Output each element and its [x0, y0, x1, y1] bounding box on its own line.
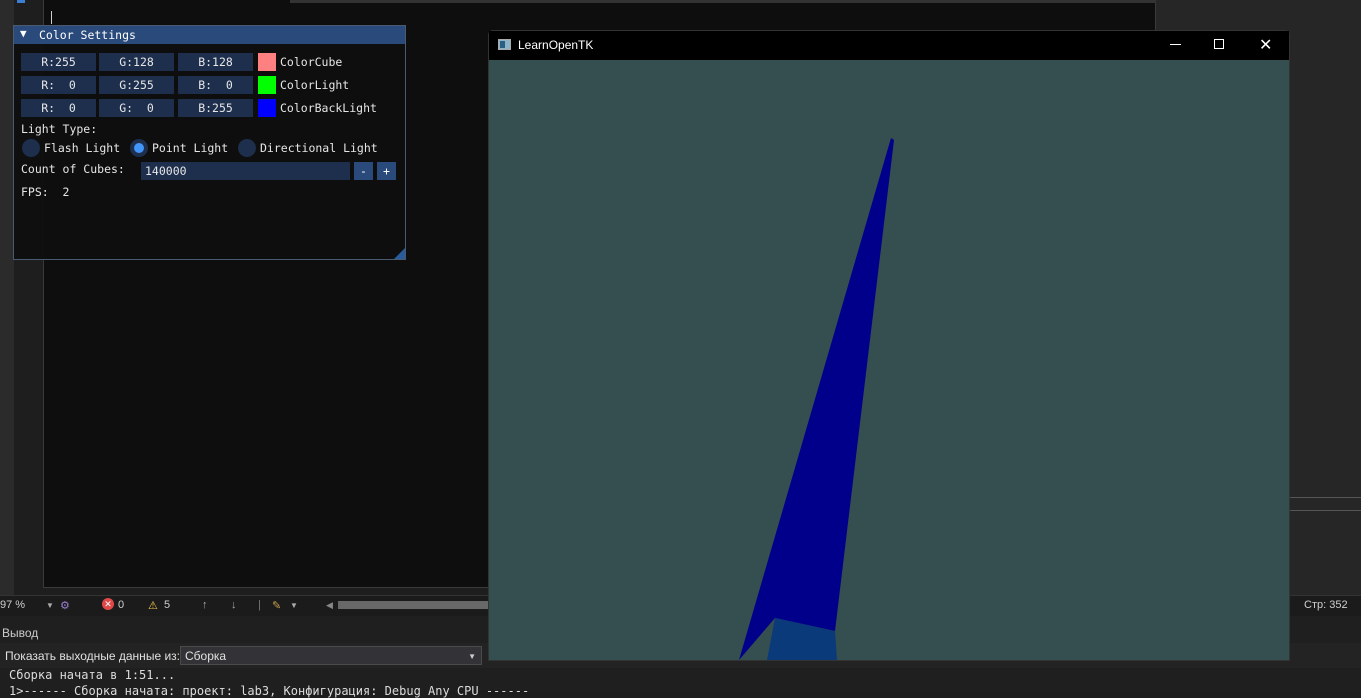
error-icon[interactable]: ✕: [102, 598, 114, 610]
backlight-color-swatch[interactable]: [258, 99, 276, 117]
close-icon[interactable]: ✕: [1259, 35, 1272, 54]
divider: [1290, 497, 1361, 498]
next-issue-icon[interactable]: ↓: [231, 599, 237, 611]
cube-color-label: ColorCube: [280, 55, 343, 69]
app-icon: [498, 39, 511, 50]
radio-dot: [134, 143, 144, 153]
editor-top-border: [290, 0, 1156, 3]
output-panel-title: Вывод: [2, 626, 39, 640]
count-of-cubes-label: Count of Cubes:: [21, 162, 125, 176]
error-count[interactable]: 0: [118, 599, 124, 611]
increment-button[interactable]: +: [377, 162, 396, 180]
code-analysis-icon[interactable]: ⚙: [60, 599, 70, 612]
light-green-input[interactable]: G:255: [99, 76, 174, 94]
count-value: 140000: [145, 164, 187, 178]
cube-color-swatch[interactable]: [258, 53, 276, 71]
flash-light-label[interactable]: Flash Light: [44, 141, 120, 155]
output-source-value: Сборка: [185, 649, 227, 663]
learnopentk-window: LearnOpenTK ✕: [488, 30, 1290, 661]
show-output-label: Показать выходные данные из:: [5, 649, 180, 663]
light-type-label: Light Type:: [21, 122, 98, 136]
line-position: Стр: 352: [1304, 599, 1348, 611]
warning-icon[interactable]: ⚠: [148, 599, 158, 612]
window-title: LearnOpenTK: [518, 38, 594, 52]
backlight-green-input[interactable]: G: 0: [99, 99, 174, 117]
fps-readout: FPS: 2: [21, 185, 70, 199]
window-title-bar[interactable]: LearnOpenTK ✕: [489, 31, 1289, 60]
zoom-level[interactable]: 97 %: [0, 599, 25, 611]
output-text-line: 1>------ Сборка начата: проект: lab3, Ко…: [9, 684, 530, 698]
scene-canvas: [739, 138, 894, 660]
window-title-bar[interactable]: ▼ Color Settings: [14, 26, 405, 44]
cube-blue-input[interactable]: B:128: [178, 53, 253, 71]
backlight-color-label: ColorBackLight: [280, 101, 377, 115]
vs-left-strip: [0, 0, 14, 595]
light-color-swatch[interactable]: [258, 76, 276, 94]
flash-light-radio[interactable]: [22, 139, 40, 157]
file-icon: [17, 0, 25, 3]
zoom-dropdown-icon[interactable]: ▼: [46, 601, 54, 610]
color-settings-window: ▼ Color Settings R:255 G:128 B:128 Color…: [13, 25, 406, 260]
resize-grip[interactable]: [394, 248, 405, 259]
code-cleanup-icon[interactable]: ✎: [272, 599, 281, 612]
window-title: Color Settings: [39, 28, 136, 42]
output-source-select[interactable]: Сборка ▼: [180, 646, 482, 665]
backlight-blue-input[interactable]: B:255: [178, 99, 253, 117]
divider: [1290, 510, 1361, 511]
cube-red-input[interactable]: R:255: [21, 53, 96, 71]
previous-issue-icon[interactable]: ↑: [202, 599, 208, 611]
text-caret: [51, 11, 52, 24]
separator: |: [258, 599, 261, 611]
light-blue-input[interactable]: B: 0: [178, 76, 253, 94]
minimize-icon[interactable]: [1170, 44, 1181, 45]
count-of-cubes-input[interactable]: 140000: [141, 162, 350, 180]
collapse-arrow-icon[interactable]: ▼: [20, 27, 27, 40]
directional-light-radio[interactable]: [238, 139, 256, 157]
horizontal-scrollbar[interactable]: [338, 601, 488, 609]
backlight-red-input[interactable]: R: 0: [21, 99, 96, 117]
warning-count[interactable]: 5: [164, 599, 170, 611]
light-red-input[interactable]: R: 0: [21, 76, 96, 94]
chevron-down-icon: ▼: [468, 652, 476, 661]
cube-green-input[interactable]: G:128: [99, 53, 174, 71]
maximize-icon[interactable]: [1214, 39, 1224, 49]
cleanup-dropdown-icon[interactable]: ▼: [290, 601, 298, 610]
render-viewport[interactable]: [489, 60, 1289, 660]
directional-light-label[interactable]: Directional Light: [260, 141, 378, 155]
point-light-radio[interactable]: [130, 139, 148, 157]
scroll-left-icon[interactable]: ◀: [326, 600, 333, 611]
point-light-label[interactable]: Point Light: [152, 141, 228, 155]
decrement-button[interactable]: -: [354, 162, 373, 180]
light-color-label: ColorLight: [280, 78, 350, 92]
output-text-line: Сборка начата в 1:51...: [9, 668, 176, 682]
rendered-cube-sliver: [739, 138, 894, 660]
